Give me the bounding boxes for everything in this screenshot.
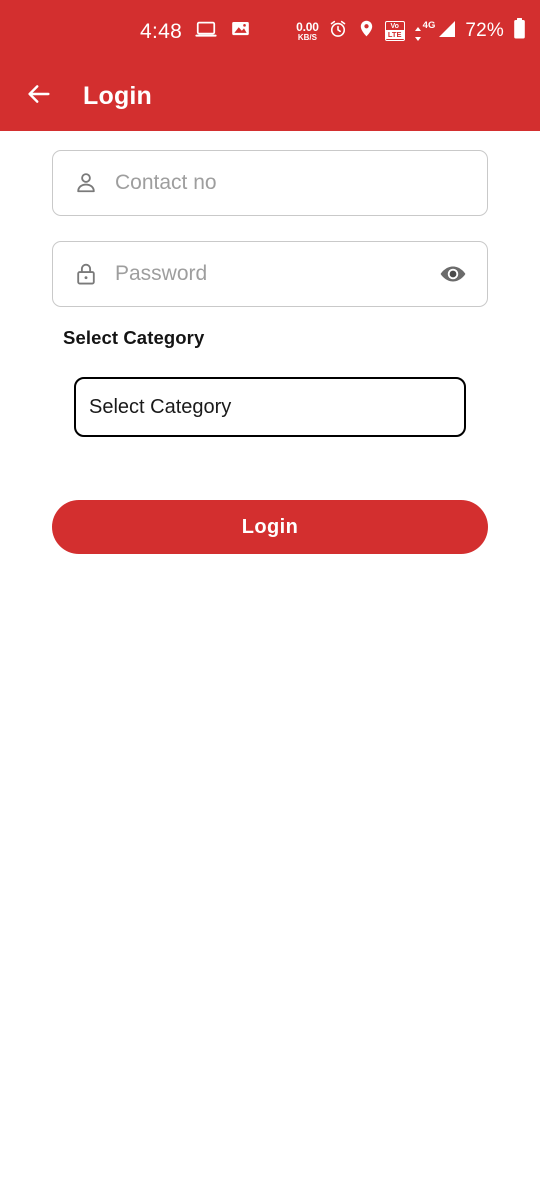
contact-number-field[interactable] — [52, 150, 488, 216]
volte-bottom-text: LTE — [385, 30, 404, 39]
alarm-clock-icon — [328, 19, 348, 44]
status-clock: 4:48 — [140, 19, 183, 43]
network-speed-value: 0.00 — [296, 19, 319, 34]
laptop-screencast-icon — [195, 18, 217, 45]
back-arrow-icon — [25, 80, 53, 113]
password-input[interactable] — [115, 242, 437, 306]
status-bar: 4:48 0.00 KB/S Vo LTE 4G 72% — [0, 0, 540, 62]
status-bar-left: 4:48 — [140, 18, 251, 45]
network-generation-label: 4G — [422, 19, 436, 31]
app-bar: Login — [0, 62, 540, 131]
back-button[interactable] — [22, 80, 56, 114]
data-transfer-arrows-icon — [414, 26, 422, 41]
login-screen: 4:48 0.00 KB/S Vo LTE 4G 72% Login Conta… — [0, 0, 540, 1200]
status-bar-right: 0.00 KB/S Vo LTE 4G 72% — [296, 18, 526, 44]
volte-badge: Vo LTE — [384, 21, 405, 41]
battery-icon — [513, 18, 526, 44]
location-pin-icon — [357, 19, 376, 43]
network-speed-unit: KB/S — [297, 32, 317, 42]
network-speed-indicator: 0.00 KB/S — [296, 21, 319, 42]
battery-percent-label: 72% — [465, 20, 504, 41]
person-icon — [71, 168, 101, 198]
select-category-label: Select Category — [63, 327, 205, 348]
eye-visibility-icon[interactable] — [437, 258, 469, 290]
lock-icon — [71, 259, 101, 289]
password-field[interactable] — [52, 241, 488, 307]
image-icon — [230, 18, 251, 44]
category-dropdown[interactable]: Select Category — [74, 377, 466, 437]
page-title: Login — [83, 82, 153, 110]
contact-number-input[interactable] — [115, 151, 487, 215]
signal-bars-icon — [436, 20, 456, 43]
category-dropdown-value: Select Category — [89, 395, 232, 418]
signal-indicator: 4G — [414, 20, 457, 43]
login-button[interactable]: Login — [52, 500, 488, 554]
